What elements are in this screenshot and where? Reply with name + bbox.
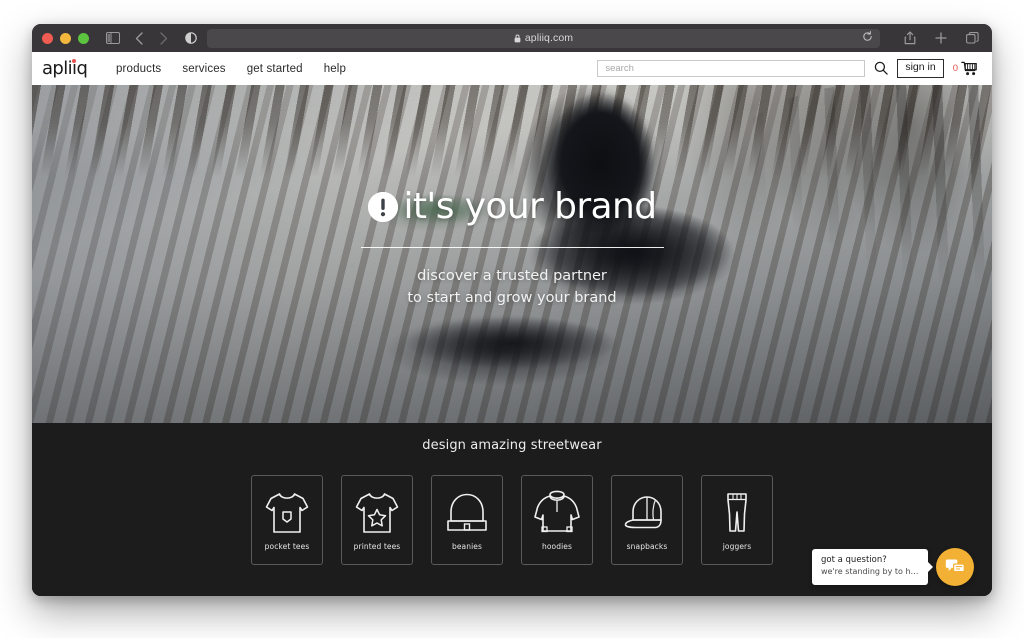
hero-subtitle: discover a trusted partner to start and … bbox=[32, 265, 992, 310]
catalog-tile-printed-tees[interactable]: printed tees bbox=[341, 475, 413, 565]
catalog-tile-joggers[interactable]: joggers bbox=[701, 475, 773, 565]
browser-window: apliiq.com apliiq products services get … bbox=[32, 24, 992, 596]
catalog-tile-label: hoodies bbox=[542, 542, 572, 551]
catalog-tile-pocket-tees[interactable]: pocket tees bbox=[251, 475, 323, 565]
tab-overview-icon[interactable] bbox=[962, 28, 982, 48]
sign-in-button[interactable]: sign in bbox=[897, 59, 944, 78]
nav-item-get-started[interactable]: get started bbox=[247, 63, 303, 75]
close-window-button[interactable] bbox=[42, 32, 53, 44]
search-input[interactable] bbox=[605, 62, 858, 74]
logo-accent-dot bbox=[72, 58, 76, 63]
catalog-section: design amazing streetwear pocket tees pr… bbox=[32, 423, 992, 596]
nav-item-help[interactable]: help bbox=[324, 63, 346, 75]
hero-banner: it's your brand discover a trusted partn… bbox=[32, 85, 992, 423]
beanie-icon bbox=[442, 485, 492, 541]
forward-arrow-icon[interactable] bbox=[153, 28, 173, 48]
search-box[interactable] bbox=[597, 59, 866, 77]
hero-divider bbox=[360, 247, 664, 248]
hero-subtitle-line-2: to start and grow your brand bbox=[407, 290, 617, 307]
chat-bubble-line-1: got a question? bbox=[821, 555, 887, 566]
catalog-tile-hoodies[interactable]: hoodies bbox=[521, 475, 593, 565]
main-nav-links: products services get started help bbox=[116, 63, 346, 75]
shopping-cart-icon bbox=[961, 61, 978, 76]
lock-icon bbox=[514, 34, 521, 42]
site-navbar: apliiq products services get started hel… bbox=[32, 52, 992, 85]
chat-preview-bubble[interactable]: got a question? we're standing by to he.… bbox=[812, 549, 928, 585]
privacy-shield-icon[interactable] bbox=[185, 32, 197, 44]
page-viewport: apliiq products services get started hel… bbox=[32, 52, 992, 596]
plus-icon[interactable] bbox=[931, 28, 951, 48]
toolbar-right-actions bbox=[900, 28, 982, 48]
sidebar-toggle-icon[interactable] bbox=[103, 28, 123, 48]
cart-count: 0 bbox=[952, 62, 958, 74]
url-text: apliiq.com bbox=[524, 32, 574, 44]
catalog-tile-label: beanies bbox=[451, 542, 483, 551]
printed-tee-icon bbox=[352, 485, 402, 541]
hero-headline-row: it's your brand bbox=[32, 189, 992, 225]
zoom-window-button[interactable] bbox=[78, 32, 89, 44]
minimize-window-button[interactable] bbox=[60, 32, 71, 44]
catalog-tile-snapbacks[interactable]: snapbacks bbox=[611, 475, 683, 565]
navigation-arrows bbox=[129, 28, 173, 48]
address-bar[interactable]: apliiq.com bbox=[207, 28, 880, 48]
chat-widget: got a question? we're standing by to he.… bbox=[812, 548, 974, 586]
apliiq-logo[interactable]: apliiq bbox=[42, 56, 98, 82]
chat-bubbles-icon bbox=[945, 559, 965, 573]
hero-headline: it's your brand bbox=[403, 186, 658, 227]
url-display: apliiq.com bbox=[514, 32, 573, 44]
chat-bubble-line-2: we're standing by to he... bbox=[821, 566, 919, 576]
hero-subtitle-line-1: discover a trusted partner bbox=[417, 268, 607, 284]
nav-item-products[interactable]: products bbox=[116, 63, 161, 75]
joggers-icon bbox=[712, 485, 762, 541]
cart-button[interactable]: 0 bbox=[953, 61, 978, 76]
exclamation-circle-icon bbox=[367, 192, 398, 222]
nav-item-services[interactable]: services bbox=[182, 63, 225, 75]
address-bar-area: apliiq.com bbox=[173, 28, 892, 48]
hoodie-icon bbox=[532, 485, 582, 541]
back-arrow-icon[interactable] bbox=[129, 28, 149, 48]
catalog-tile-beanies[interactable]: beanies bbox=[431, 475, 503, 565]
navbar-right-area: sign in 0 bbox=[597, 59, 978, 78]
catalog-tile-label: pocket tees bbox=[264, 542, 310, 551]
hero-content: it's your brand discover a trusted partn… bbox=[32, 189, 992, 310]
share-icon[interactable] bbox=[900, 28, 920, 48]
browser-toolbar: apliiq.com bbox=[32, 24, 992, 52]
catalog-tile-label: joggers bbox=[722, 542, 752, 551]
search-icon[interactable] bbox=[874, 61, 889, 76]
snapback-cap-icon bbox=[622, 485, 672, 541]
reload-icon[interactable] bbox=[862, 29, 873, 47]
chat-launcher-button[interactable] bbox=[936, 548, 974, 586]
pocket-tee-icon bbox=[262, 485, 312, 541]
catalog-tile-label: snapbacks bbox=[626, 542, 668, 551]
window-controls bbox=[42, 32, 89, 44]
logo-text: apliiq bbox=[42, 57, 88, 79]
catalog-tile-label: printed tees bbox=[353, 542, 401, 551]
catalog-title: design amazing streetwear bbox=[422, 438, 602, 453]
